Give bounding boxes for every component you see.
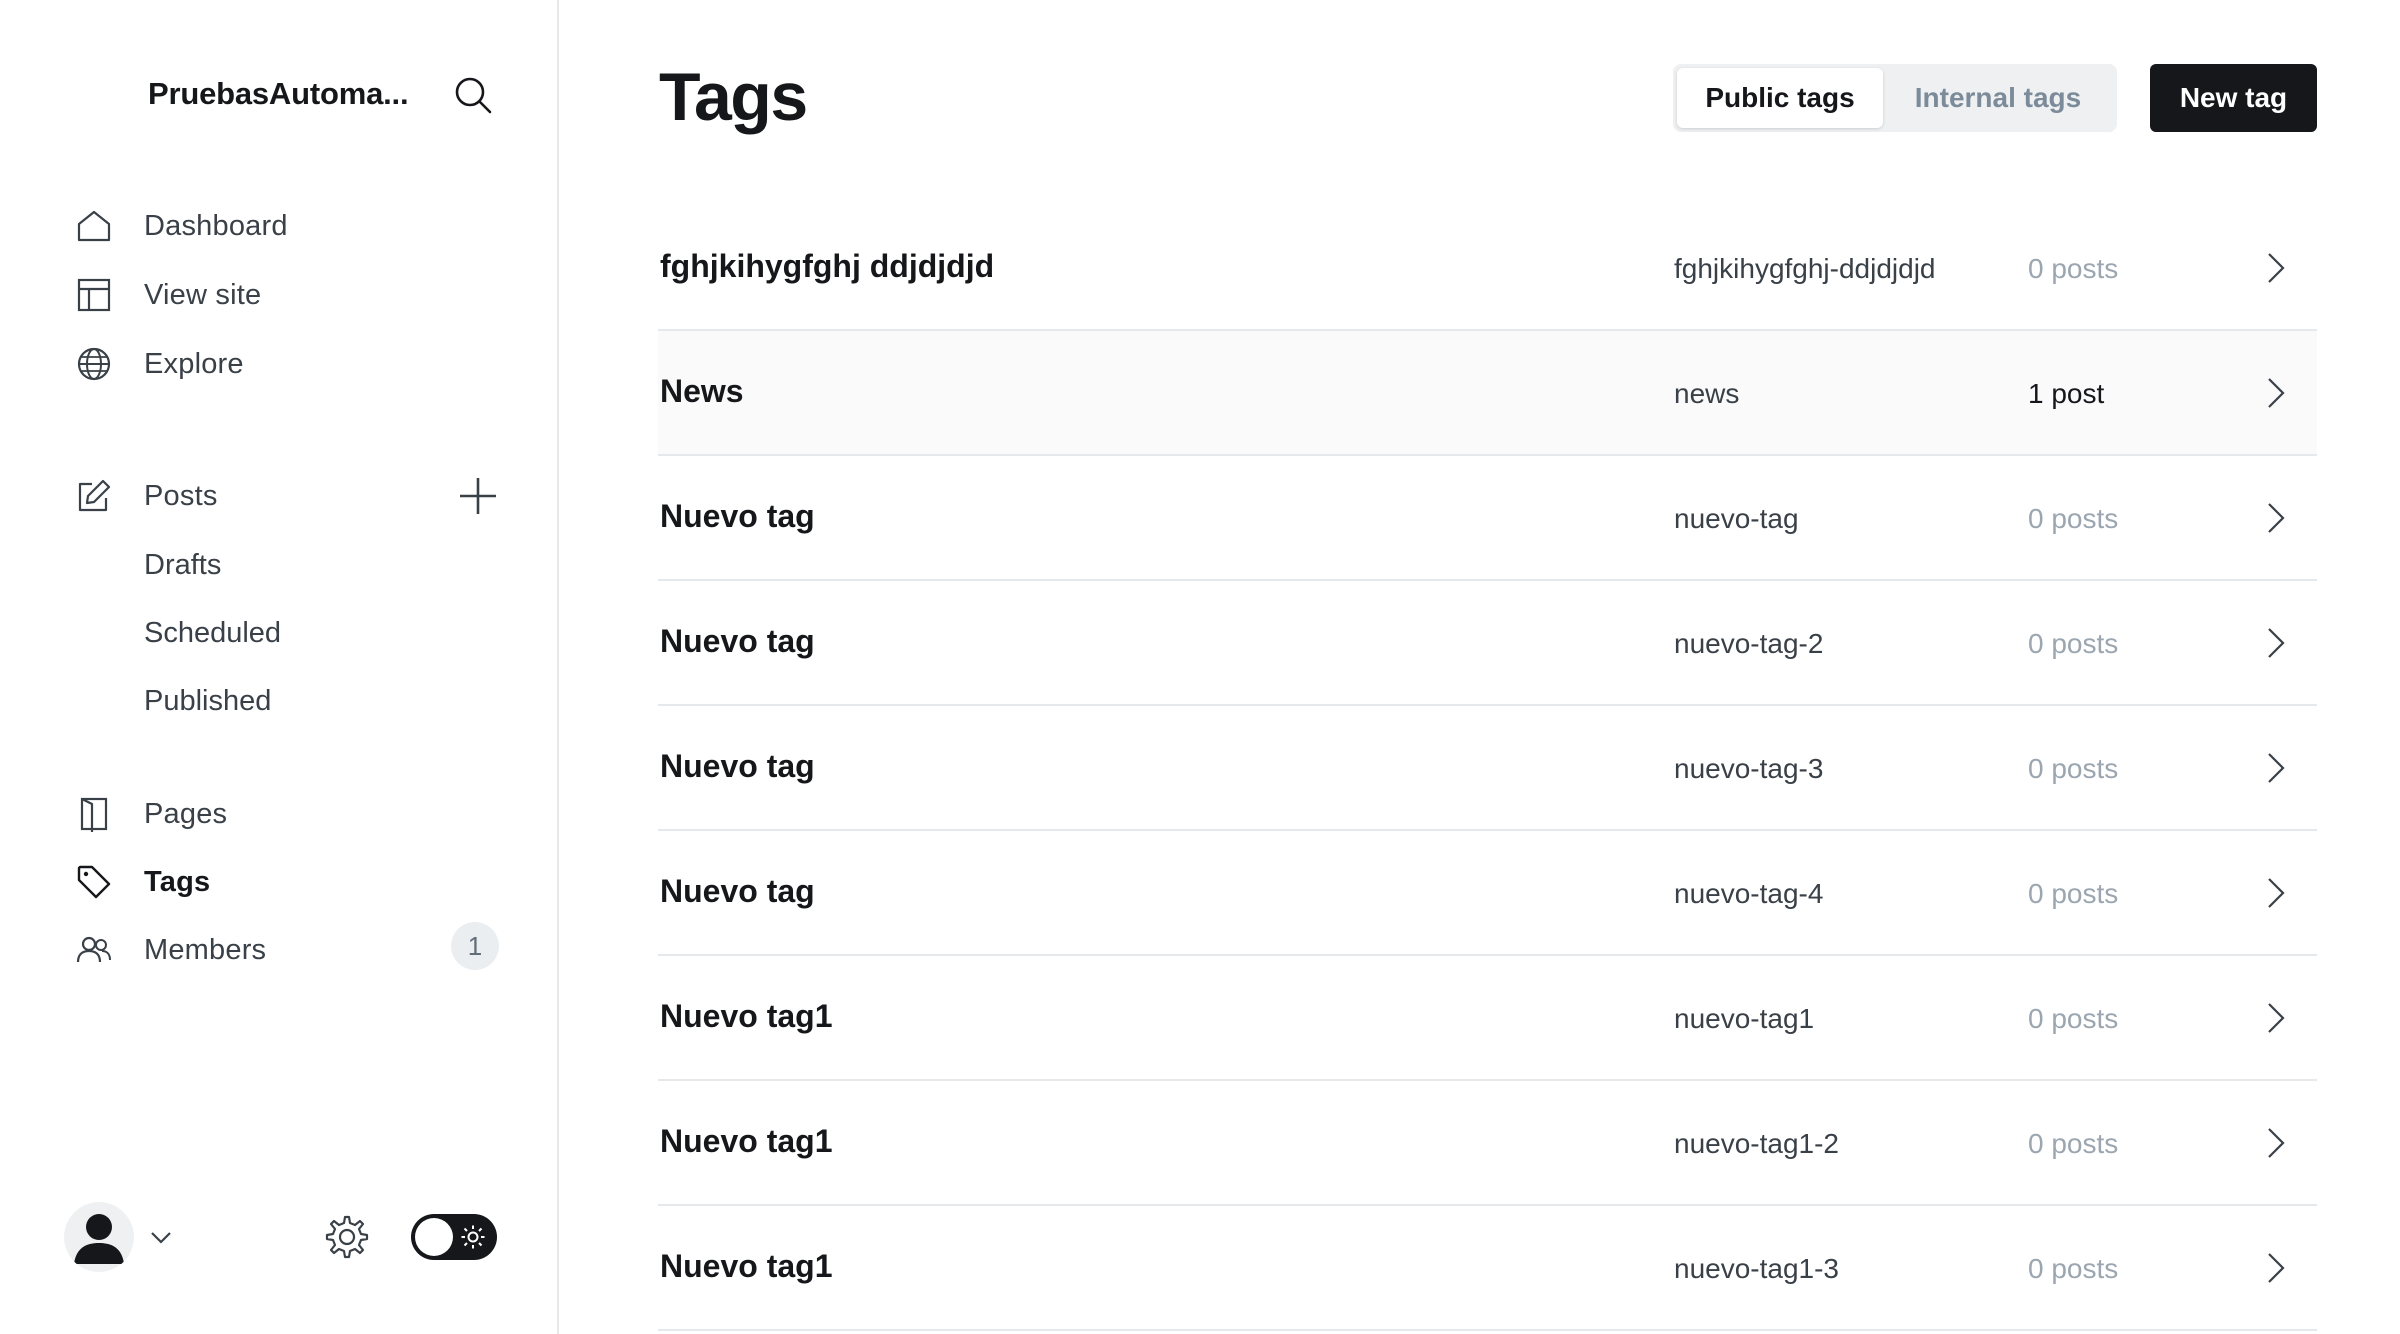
tag-post-count[interactable]: 0 posts bbox=[2028, 253, 2118, 285]
table-row[interactable]: Nuevo tag nuevo-tag-2 0 posts bbox=[658, 581, 2317, 706]
nav-members[interactable]: Members bbox=[76, 924, 506, 976]
chevron-right-icon bbox=[2257, 750, 2293, 786]
tag-slug: nuevo-tag-3 bbox=[1674, 753, 1824, 784]
tab-internal-tags[interactable]: Internal tags bbox=[1883, 68, 2113, 128]
nav-view-site-label: View site bbox=[144, 278, 262, 311]
members-icon bbox=[76, 932, 112, 968]
tag-icon bbox=[76, 864, 112, 900]
toggle-knob bbox=[415, 1218, 453, 1256]
nav-explore-label: Explore bbox=[144, 347, 244, 380]
chevron-right-icon bbox=[2257, 1000, 2293, 1036]
tag-type-tabs: Public tags Internal tags bbox=[1673, 64, 2117, 132]
tag-name: fghjkihygfghj ddjdjdjd bbox=[660, 248, 995, 284]
tag-name: Nuevo tag bbox=[660, 873, 815, 909]
nav-scheduled[interactable]: Scheduled bbox=[144, 608, 281, 658]
tag-slug: nuevo-tag bbox=[1674, 503, 1799, 534]
layout-icon bbox=[76, 277, 112, 313]
table-row[interactable]: Nuevo tag nuevo-tag-4 0 posts bbox=[658, 831, 2317, 956]
home-icon bbox=[76, 208, 112, 244]
new-tag-button[interactable]: New tag bbox=[2150, 64, 2317, 132]
nav-members-label: Members bbox=[144, 933, 267, 966]
tag-post-count[interactable]: 0 posts bbox=[2028, 753, 2118, 785]
nav-dashboard-label: Dashboard bbox=[144, 209, 288, 242]
tag-name: News bbox=[660, 373, 744, 409]
tag-slug: nuevo-tag1-3 bbox=[1674, 1253, 1840, 1284]
edit-icon bbox=[76, 478, 112, 514]
chevron-right-icon bbox=[2257, 625, 2293, 661]
avatar bbox=[64, 1202, 134, 1272]
nav-drafts[interactable]: Drafts bbox=[144, 540, 221, 590]
tag-slug: fghjkihygfghj-ddjdjdjd bbox=[1674, 253, 1936, 284]
main-content: Tags Public tags Internal tags New tag f… bbox=[561, 0, 2400, 1334]
theme-toggle[interactable] bbox=[411, 1214, 497, 1260]
nav-pages-label: Pages bbox=[144, 797, 228, 830]
nav-posts[interactable]: Posts bbox=[76, 470, 506, 522]
tag-post-count[interactable]: 1 post bbox=[2028, 378, 2104, 410]
chevron-right-icon bbox=[2257, 375, 2293, 411]
site-title[interactable]: PruebasAutoma... bbox=[148, 76, 418, 112]
search-icon[interactable] bbox=[452, 74, 494, 116]
chevron-right-icon bbox=[2257, 250, 2293, 286]
nav-tags[interactable]: Tags bbox=[76, 856, 506, 908]
tab-public-tags[interactable]: Public tags bbox=[1677, 68, 1883, 128]
tag-name: Nuevo tag1 bbox=[660, 1123, 833, 1159]
tag-name: Nuevo tag bbox=[660, 498, 815, 534]
tag-post-count[interactable]: 0 posts bbox=[2028, 1253, 2118, 1285]
tag-slug: news bbox=[1674, 378, 1740, 409]
table-row[interactable]: Nuevo tag1 nuevo-tag1 0 posts bbox=[658, 956, 2317, 1081]
nav-view-site[interactable]: View site bbox=[76, 269, 506, 321]
nav-tags-label: Tags bbox=[144, 865, 211, 898]
table-row[interactable]: Nuevo tag nuevo-tag 0 posts bbox=[658, 456, 2317, 581]
nav-posts-label: Posts bbox=[144, 479, 218, 512]
tag-name: Nuevo tag1 bbox=[660, 1248, 833, 1284]
table-row[interactable]: News news 1 post bbox=[658, 331, 2317, 456]
gear-icon[interactable] bbox=[324, 1214, 370, 1260]
tag-post-count[interactable]: 0 posts bbox=[2028, 1003, 2118, 1035]
pages-icon bbox=[76, 796, 112, 832]
chevron-right-icon bbox=[2257, 875, 2293, 911]
tag-name: Nuevo tag bbox=[660, 623, 815, 659]
chevron-right-icon bbox=[2257, 1250, 2293, 1286]
table-row[interactable]: Nuevo tag1 nuevo-tag1-2 0 posts bbox=[658, 1081, 2317, 1206]
table-row[interactable]: fghjkihygfghj ddjdjdjd fghjkihygfghj-ddj… bbox=[658, 206, 2317, 331]
chevron-right-icon bbox=[2257, 500, 2293, 536]
tag-name: Nuevo tag bbox=[660, 748, 815, 784]
tag-list: fghjkihygfghj ddjdjdjd fghjkihygfghj-ddj… bbox=[658, 206, 2317, 1331]
add-post-icon[interactable] bbox=[456, 474, 500, 518]
globe-icon bbox=[76, 346, 112, 382]
nav-published[interactable]: Published bbox=[144, 676, 271, 726]
tag-slug: nuevo-tag-2 bbox=[1674, 628, 1824, 659]
tag-slug: nuevo-tag1-2 bbox=[1674, 1128, 1840, 1159]
tag-post-count[interactable]: 0 posts bbox=[2028, 628, 2118, 660]
members-count-badge: 1 bbox=[451, 922, 499, 970]
user-menu[interactable] bbox=[64, 1202, 174, 1272]
app-window: PruebasAutoma... Dashboard View site Exp… bbox=[0, 0, 2400, 1334]
tag-post-count[interactable]: 0 posts bbox=[2028, 878, 2118, 910]
tag-post-count[interactable]: 0 posts bbox=[2028, 503, 2118, 535]
nav-dashboard[interactable]: Dashboard bbox=[76, 200, 506, 252]
chevron-right-icon bbox=[2257, 1125, 2293, 1161]
table-row[interactable]: Nuevo tag1 nuevo-tag1-3 0 posts bbox=[658, 1206, 2317, 1331]
tag-post-count[interactable]: 0 posts bbox=[2028, 1128, 2118, 1160]
table-row[interactable]: Nuevo tag nuevo-tag-3 0 posts bbox=[658, 706, 2317, 831]
tag-slug: nuevo-tag-4 bbox=[1674, 878, 1824, 909]
nav-pages[interactable]: Pages bbox=[76, 788, 506, 840]
tag-slug: nuevo-tag1 bbox=[1674, 1003, 1815, 1034]
nav-explore[interactable]: Explore bbox=[76, 338, 506, 390]
tag-name: Nuevo tag1 bbox=[660, 998, 833, 1034]
sidebar: PruebasAutoma... Dashboard View site Exp… bbox=[0, 0, 559, 1334]
sun-icon bbox=[461, 1225, 485, 1249]
page-title: Tags bbox=[659, 59, 808, 135]
chevron-down-icon bbox=[148, 1224, 174, 1250]
